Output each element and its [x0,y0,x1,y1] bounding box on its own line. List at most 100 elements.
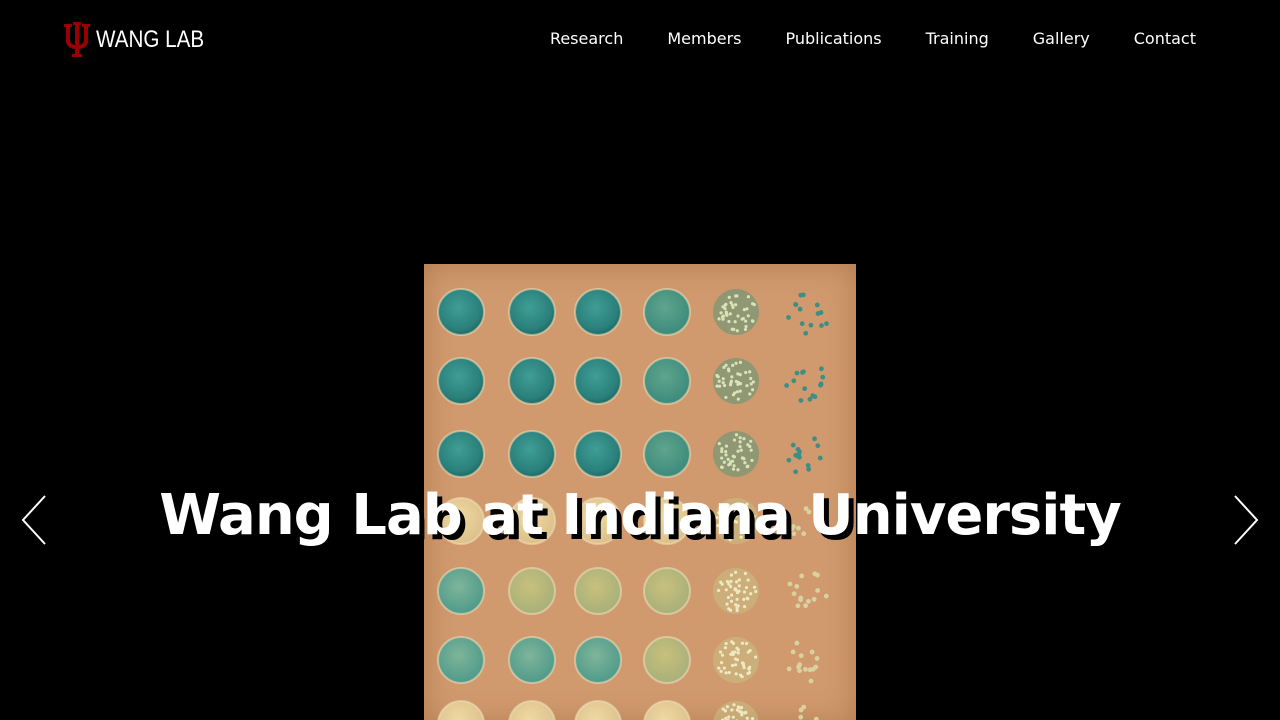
colony-spot [749,448,753,452]
colony-spot [803,666,808,672]
colony-spot [815,443,821,449]
colony-spot [799,321,805,327]
colony-spot [740,456,745,460]
slideshow-next-button[interactable] [1230,494,1260,546]
colony-spot [743,461,747,465]
colony-spot [719,311,723,315]
colony-spot [750,458,754,462]
colony-spot [721,377,725,381]
colony-spot [720,653,725,657]
colony-spot [643,357,691,405]
colony-spot [508,288,556,336]
colony-spot [733,570,738,574]
colony-spot [719,661,724,665]
colony-spot [736,397,740,401]
colony-spot [733,391,737,395]
colony-spot [730,708,734,712]
colony-spot [809,649,815,655]
colony-spot [733,663,738,667]
colony-spot [743,327,748,332]
colony-spot [734,580,739,584]
colony-spot [735,646,739,650]
colony-spot [725,705,730,709]
colony-spot [735,708,740,712]
colony-spot [724,302,728,306]
colony-spot [802,386,808,392]
colony-spot [746,578,750,582]
colony-spot [722,383,727,388]
colony-spot [734,433,739,437]
colony-spot [574,567,622,615]
colony-spot [437,288,485,336]
colony-spot [643,567,691,615]
colony-spot [794,584,800,589]
colony-spot [727,715,731,719]
colony-spot [790,442,796,448]
colony-spot [736,449,740,453]
nav-item-research[interactable]: Research [550,28,623,50]
colony-spot [724,671,728,675]
colony-spot [729,301,733,305]
colony-spot [726,457,730,461]
colony-spot [736,314,740,318]
colony-spot [795,603,801,609]
colony-spot [717,442,721,446]
colony-spot [727,319,731,324]
colony-spot [437,567,485,615]
colony-spot [806,598,811,604]
nav-item-contact[interactable]: Contact [1134,28,1196,50]
colony-spot [715,373,719,378]
colony-spot [727,295,731,300]
colony-spot [734,672,738,676]
colony-spot [803,603,809,609]
colony-spot [726,595,730,600]
nav-item-members[interactable]: Members [667,28,741,50]
colony-spot [437,430,485,478]
colony-spot [819,323,824,328]
colony-spot [715,384,719,388]
nav-item-gallery[interactable]: Gallery [1033,28,1090,50]
nav-item-publications[interactable]: Publications [785,28,881,50]
colony-spot [736,651,740,655]
colony-spot [732,703,736,707]
colony-spot [724,588,728,592]
nav-item-training[interactable]: Training [926,28,989,50]
colony-spot [751,388,755,392]
colony-spot [814,656,820,661]
colony-spot [807,396,813,402]
colony-spot [508,357,556,405]
colony-spot [730,663,735,668]
colony-spot [798,653,804,659]
colony-spot [725,602,729,606]
colony-spot [742,666,746,670]
colony-spot [742,605,747,609]
slideshow-prev-button[interactable] [20,494,50,546]
colony-spot [820,374,826,380]
colony-spot [808,678,814,684]
colony-spot [720,465,724,469]
colony-spot [815,588,820,593]
colony-spot [742,597,746,601]
site-logo[interactable]: WANG LAB [64,22,222,58]
colony-spot [734,294,738,298]
colony-spot [734,379,738,384]
colony-spot [749,376,753,381]
colony-spot [815,311,821,316]
colony-spot [738,360,743,364]
colony-spot [794,370,800,376]
colony-spot [796,452,802,457]
colony-spot [752,585,757,589]
colony-spot [748,392,752,396]
colony-spot [717,666,721,670]
colony-spot [818,366,824,372]
colony-spot [751,302,755,306]
site-logo-text: WANG LAB [96,26,205,53]
colony-spot [744,370,748,375]
colony-spot [732,464,736,468]
colony-spot [437,636,485,684]
colony-spot [744,324,748,329]
colony-spot [791,378,797,384]
colony-spot [574,357,622,405]
colony-spot [724,453,728,457]
colony-spot [727,607,731,611]
